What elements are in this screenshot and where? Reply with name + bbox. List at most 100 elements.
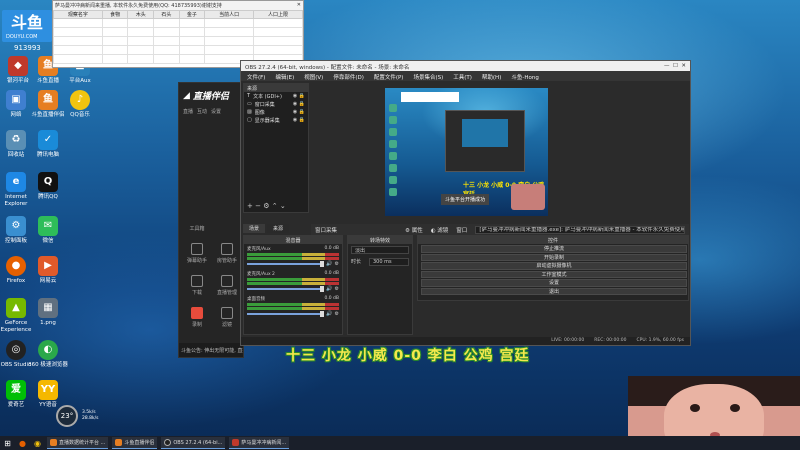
gear-icon[interactable]: ⚙ [263, 202, 269, 210]
desktop-icon-qq[interactable]: Q 腾讯QQ [26, 172, 70, 201]
table-row[interactable] [53, 36, 303, 46]
recycle-bin-icon: ♻ [6, 130, 26, 150]
stats-window-title: 萨马曼冲冲病新闻来重播, 本软件永久免费使用(QQ: 418735993)谢谢支… [55, 3, 222, 9]
properties-button[interactable]: ⚙ 属性 [405, 226, 423, 234]
menu-item-view[interactable]: 视图(V) [304, 73, 323, 81]
companion-tool-filter[interactable]: 滤镜 [213, 307, 241, 328]
stop-streaming-button[interactable]: 停止推流 [421, 245, 687, 253]
preview-toast: 斗鱼平台开播成功 [441, 194, 490, 205]
chevron-down-icon[interactable]: ⌄ [280, 202, 286, 210]
app-icon: ◆ [8, 56, 28, 76]
filters-button[interactable]: ◐ 滤镜 [431, 226, 449, 234]
firefox-icon[interactable]: ● [17, 438, 28, 448]
companion-tool-download[interactable]: 下载 [183, 275, 211, 296]
chrome-icon[interactable]: ◉ [32, 438, 43, 448]
table-row[interactable] [53, 27, 303, 37]
source-item[interactable]: T 文本 (GDI+) ◉ 🔒 [244, 92, 308, 100]
volume-slider[interactable] [247, 286, 325, 292]
companion-tool-manage[interactable]: 直播管理 [213, 275, 241, 296]
music-icon: ♪ [70, 90, 90, 110]
column-header[interactable]: 当前人口 [204, 10, 255, 19]
obs-preview[interactable]: 十三 小龙 小威 0-0 李白 公鸡 宫廷 斗鱼平台开播成功 [385, 88, 548, 216]
start-recording-button[interactable]: 开始录制 [421, 253, 687, 261]
taskbar-app[interactable]: OBS 27.2.4 (64-bi... [161, 437, 226, 449]
desktop-icon-netease[interactable]: ▶ 网易云 [26, 256, 70, 285]
close-icon[interactable]: ✕ [681, 63, 686, 69]
windows-start-icon[interactable]: ⊞ [2, 438, 13, 448]
companion-tool-admin[interactable]: 房管助手 [213, 243, 241, 264]
source-item[interactable]: ▢ 显示器采集 ◉ 🔒 [244, 116, 308, 124]
menu-item-help[interactable]: 帮助(H) [482, 73, 501, 81]
companion-tool-toolbox[interactable]: 工具箱 [183, 225, 211, 232]
eye-icon[interactable]: ◉ 🔒 [293, 109, 305, 115]
eye-icon[interactable]: ◉ 🔒 [293, 101, 305, 107]
taskbar-app[interactable]: 斗鱼直播伴侣 [112, 437, 158, 449]
volume-meter [247, 303, 339, 306]
table-row[interactable] [53, 18, 303, 28]
transitions-header: 转场特效 [348, 236, 412, 244]
column-header[interactable]: 金子 [178, 10, 206, 19]
controls-panel: 控件 停止推流 开始录制 启动虚拟摄像机 工作室模式 设置 退出 [417, 235, 689, 301]
menu-item-edit[interactable]: 编辑(E) [275, 73, 294, 81]
chevron-up-icon[interactable]: ⌃ [272, 202, 278, 210]
maximize-icon[interactable]: ☐ [673, 63, 678, 69]
gear-icon[interactable]: ⚙ [335, 286, 339, 292]
menu-item-profile[interactable]: 配置文件(P) [374, 73, 404, 81]
yy-icon: YY [38, 380, 58, 400]
volume-slider[interactable] [247, 311, 325, 317]
volume-slider[interactable] [247, 261, 325, 267]
speaker-icon[interactable]: 🔊 [326, 311, 332, 317]
menu-item-douyu[interactable]: 斗鱼-Hong [511, 73, 538, 81]
window-select[interactable]: [萨马曼冲冲病新闻来重播器.exe]: 萨马曼冲冲病新闻来重播器 - 本软件永久… [475, 225, 685, 234]
source-item[interactable]: ▭ 窗口采集 ◉ 🔒 [244, 100, 308, 108]
companion-nav-item[interactable]: 直播 [183, 108, 193, 115]
gear-icon[interactable]: ⚙ [335, 261, 339, 267]
settings-button[interactable]: 设置 [421, 279, 687, 287]
studio-mode-button[interactable]: 工作室模式 [421, 270, 687, 278]
transition-select[interactable]: 淡出 [351, 246, 409, 254]
eye-icon[interactable]: ◉ 🔒 [293, 93, 305, 99]
sources-header: 来源 [244, 84, 308, 92]
app-icon [232, 439, 240, 446]
taskbar-app[interactable]: 萨马曼冲冲病新闻... [229, 437, 290, 449]
companion-tool-danmu[interactable]: 弹幕助手 [183, 243, 211, 264]
desktop-icon-qq-music[interactable]: ♪ QQ音乐 [58, 90, 102, 119]
companion-tool-record[interactable]: 录制 [183, 307, 211, 328]
desktop-icon-wechat[interactable]: ✉ 微信 [26, 216, 70, 245]
start-virtual-camera-button[interactable]: 启动虚拟摄像机 [421, 262, 687, 270]
desktop-icon-360-browser[interactable]: ◐ 360 极速浏览器 [26, 340, 70, 369]
column-header[interactable]: 观察名字 [53, 10, 103, 19]
desktop-icon-image-file[interactable]: ▦ 1.png [26, 298, 70, 327]
companion-nav-item[interactable]: 互动 [197, 108, 207, 115]
column-header[interactable]: 食物 [101, 10, 129, 19]
app-icon: ✓ [38, 130, 58, 150]
eye-icon[interactable]: ◉ 🔒 [293, 117, 305, 123]
tab-scenes[interactable]: 场景 [243, 224, 266, 233]
tab-sources[interactable]: 来源 [267, 224, 290, 233]
column-header[interactable]: 人口上限 [253, 10, 303, 19]
close-icon[interactable]: ✕ [297, 2, 301, 9]
companion-nav-item[interactable]: 设置 [211, 108, 221, 115]
companion-logo-icon: ◢ [183, 90, 190, 101]
preview-camera [511, 184, 545, 210]
source-toolbar-scene: 窗口采集 [315, 227, 338, 234]
speaker-icon[interactable]: 🔊 [326, 286, 332, 292]
minimize-icon[interactable]: — [664, 63, 670, 69]
add-icon[interactable]: + [247, 202, 253, 210]
menu-item-tools[interactable]: 工具(T) [453, 73, 472, 81]
source-item[interactable]: ▨ 图像 ◉ 🔒 [244, 108, 308, 116]
desktop-icon-tencent-pc[interactable]: ✓ 腾讯电脑 [26, 130, 70, 159]
menu-item-file[interactable]: 文件(F) [247, 73, 265, 81]
exit-button[interactable]: 退出 [421, 287, 687, 295]
column-header[interactable]: 木头 [127, 10, 155, 19]
remove-icon[interactable]: − [255, 202, 261, 210]
speaker-icon[interactable]: 🔊 [326, 261, 332, 267]
table-row[interactable] [53, 45, 303, 55]
danmu-icon [191, 243, 203, 255]
column-header[interactable]: 石头 [153, 10, 180, 19]
gear-icon[interactable]: ⚙ [335, 311, 339, 317]
menu-item-scene-collection[interactable]: 场景集合(S) [413, 73, 443, 81]
taskbar-app[interactable]: 直播数据统计平台 ... [47, 437, 109, 449]
duration-input[interactable]: 300 ms [369, 258, 409, 266]
menu-item-docks[interactable]: 停靠部件(D) [333, 73, 364, 81]
